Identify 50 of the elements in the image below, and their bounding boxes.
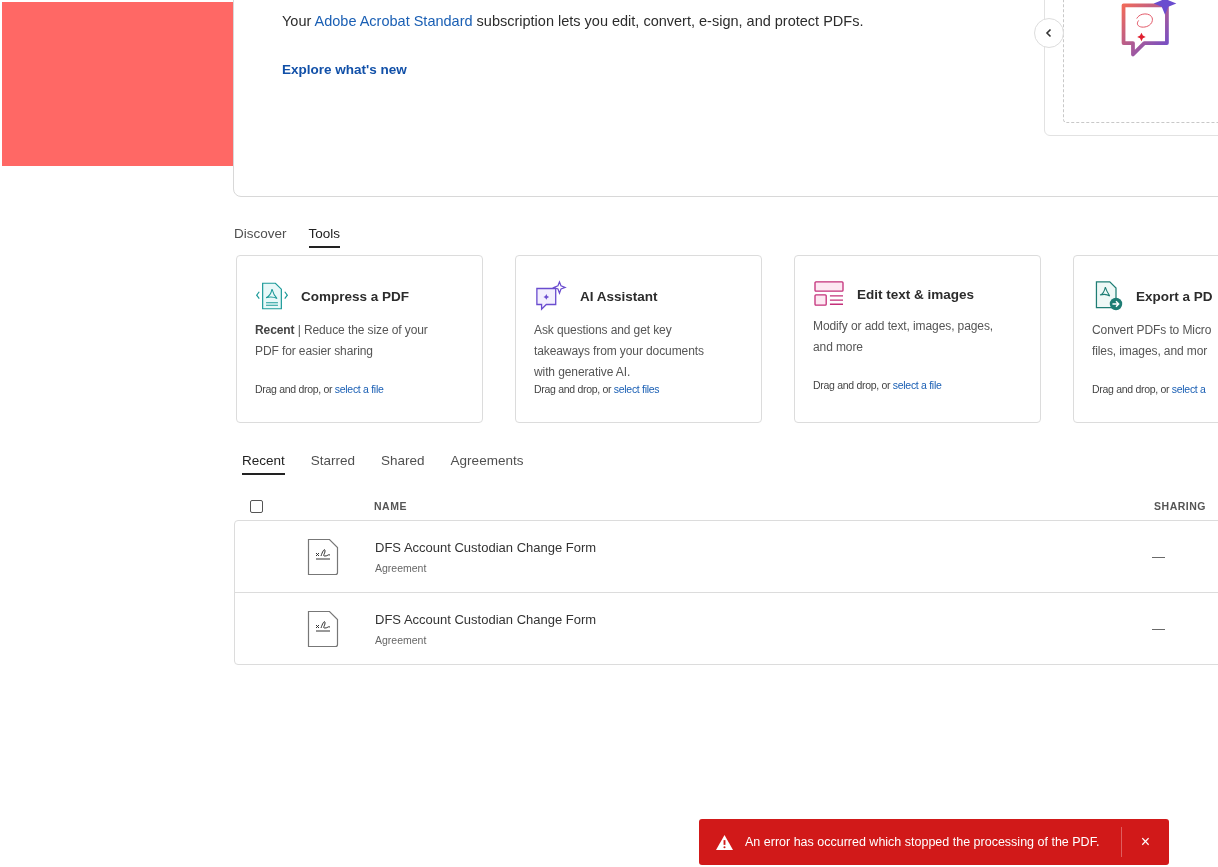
- tab[interactable]: Tools: [308, 226, 341, 248]
- error-message: An error has occurred which stopped the processing of the PDF.: [745, 835, 1100, 849]
- close-button[interactable]: ×: [1121, 827, 1169, 857]
- tool-description: Recent | Reduce the size of your PDF for easier sharing: [255, 322, 429, 360]
- tool-title: Compress a PDF: [301, 288, 410, 304]
- tab[interactable]: Discover: [234, 226, 287, 248]
- chat-sparkle-icon: [534, 280, 568, 312]
- select-file-link[interactable]: select a file: [892, 379, 942, 391]
- drop-hint: Drag and drop, or: [1092, 383, 1171, 395]
- tab[interactable]: Shared: [381, 453, 425, 475]
- select-file-link[interactable]: select a file: [334, 383, 384, 395]
- sharing-value: —: [1152, 621, 1165, 636]
- tool-card[interactable]: Export a PD Convert PDFs to Micro files, images, and mor Drag and drop, or select a: [1073, 255, 1218, 423]
- tab[interactable]: Recent: [242, 453, 285, 475]
- file-row[interactable]: DFS Account Custodian Change Form Agreement —: [235, 521, 1218, 592]
- plan-link[interactable]: Adobe Acrobat Standard: [314, 13, 473, 29]
- select-file-link[interactable]: select files: [613, 383, 660, 395]
- tool-title: AI Assistant: [580, 288, 658, 304]
- file-row[interactable]: DFS Account Custodian Change Form Agreement —: [235, 592, 1218, 664]
- tool-card[interactable]: AI Assistant Ask questions and get key takeaways from your documents with generative AI. Drag and drop, or select files: [515, 255, 762, 423]
- signature-file-icon: [307, 537, 339, 576]
- drop-hint: Drag and drop, or: [534, 383, 613, 395]
- signature-file-icon: [307, 609, 339, 648]
- sharing-value: —: [1152, 549, 1165, 564]
- file-name: DFS Account Custodian Change Form: [375, 611, 597, 627]
- tool-title: Export a PD: [1136, 288, 1213, 304]
- chevron-left-icon: [1044, 28, 1054, 38]
- collapse-button[interactable]: [1034, 18, 1064, 48]
- file-type: Agreement: [375, 561, 428, 574]
- explore-link[interactable]: Explore what's new: [282, 62, 407, 77]
- tool-title: Edit text & images: [857, 286, 975, 302]
- tool-description: Ask questions and get key takeaways from your documents with generative AI.: [534, 322, 705, 381]
- warning-icon: [715, 833, 734, 851]
- tab[interactable]: Starred: [310, 453, 356, 475]
- subscription-message: Your Adobe Acrobat Standard subscription lets you edit, convert, e-sign, and protect PDFs.: [282, 13, 865, 29]
- tab[interactable]: Agreements: [450, 453, 524, 475]
- column-header: SHARING: [1154, 500, 1206, 512]
- file-name: DFS Account Custodian Change Form: [375, 539, 597, 555]
- select-all-checkbox[interactable]: [250, 499, 263, 513]
- layout-icon: [813, 280, 845, 308]
- tool-card[interactable]: Compress a PDF Recent | Reduce the size of your PDF for easier sharing Drag and drop, or select a file: [236, 255, 483, 423]
- drop-hint: Drag and drop, or: [255, 383, 334, 395]
- tool-description: Convert PDFs to Micro files, images, and mor: [1092, 322, 1213, 360]
- tool-description: Modify or add text, images, pages, and more: [813, 318, 995, 356]
- select-file-link[interactable]: select a: [1171, 383, 1206, 395]
- tool-card[interactable]: Edit text & images Modify or add text, images, pages, and more Drag and drop, or select a file: [794, 255, 1041, 423]
- file-type: Agreement: [375, 633, 428, 646]
- compress-file-icon: [255, 280, 289, 312]
- drop-hint: Drag and drop, or: [813, 379, 892, 391]
- column-header: NAME: [374, 500, 407, 512]
